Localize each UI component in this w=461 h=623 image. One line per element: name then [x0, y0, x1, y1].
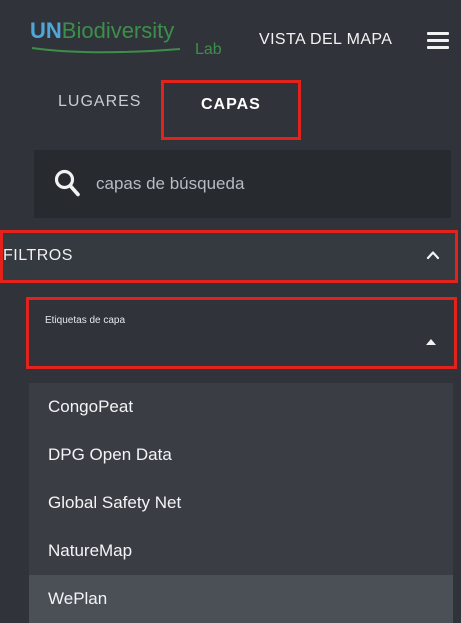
filters-label: FILTROS — [3, 247, 73, 264]
logo-un-text: UN — [30, 18, 62, 43]
un-biodiversity-lab-logo[interactable]: UNBiodiversity Lab — [30, 18, 230, 60]
search-input[interactable] — [96, 170, 436, 198]
option-label: NatureMap — [48, 541, 133, 560]
layer-tags-select[interactable]: Etiquetas de capa — [26, 297, 457, 369]
option-congopeat[interactable]: CongoPeat — [29, 383, 453, 431]
layer-tags-options-list: CongoPeat DPG Open Data Global Safety Ne… — [29, 383, 453, 623]
logo-biodiversity-text: Biodiversity — [61, 18, 175, 43]
option-label: DPG Open Data — [48, 445, 172, 464]
logo-wordmark: UNBiodiversity — [30, 18, 174, 44]
caret-up-icon — [426, 339, 436, 345]
hamburger-menu-icon[interactable] — [427, 32, 449, 50]
option-label: WePlan — [48, 589, 108, 608]
option-dpg-open-data[interactable]: DPG Open Data — [29, 431, 453, 479]
option-label: Global Safety Net — [48, 493, 182, 512]
logo-swoosh-icon — [31, 47, 181, 54]
logo-lab-text: Lab — [195, 41, 222, 58]
search-icon — [54, 169, 80, 197]
option-label: CongoPeat — [48, 397, 134, 416]
option-global-safety-net[interactable]: Global Safety Net — [29, 479, 453, 527]
layer-tags-label: Etiquetas de capa — [45, 315, 126, 326]
layers-panel: UNBiodiversity Lab VISTA DEL MAPA LUGARE… — [0, 0, 461, 623]
filters-toggle[interactable]: FILTROS — [0, 230, 458, 283]
search-box — [34, 150, 451, 218]
tab-layers-label: CAPAS — [201, 96, 261, 113]
map-view-link[interactable]: VISTA DEL MAPA — [259, 31, 392, 49]
chevron-up-icon — [426, 251, 440, 260]
header: UNBiodiversity Lab VISTA DEL MAPA — [0, 0, 461, 70]
option-naturemap[interactable]: NatureMap — [29, 527, 453, 575]
option-weplan[interactable]: WePlan — [29, 575, 453, 623]
tab-places[interactable]: LUGARES — [58, 93, 141, 111]
tab-layers[interactable]: CAPAS — [161, 80, 301, 140]
